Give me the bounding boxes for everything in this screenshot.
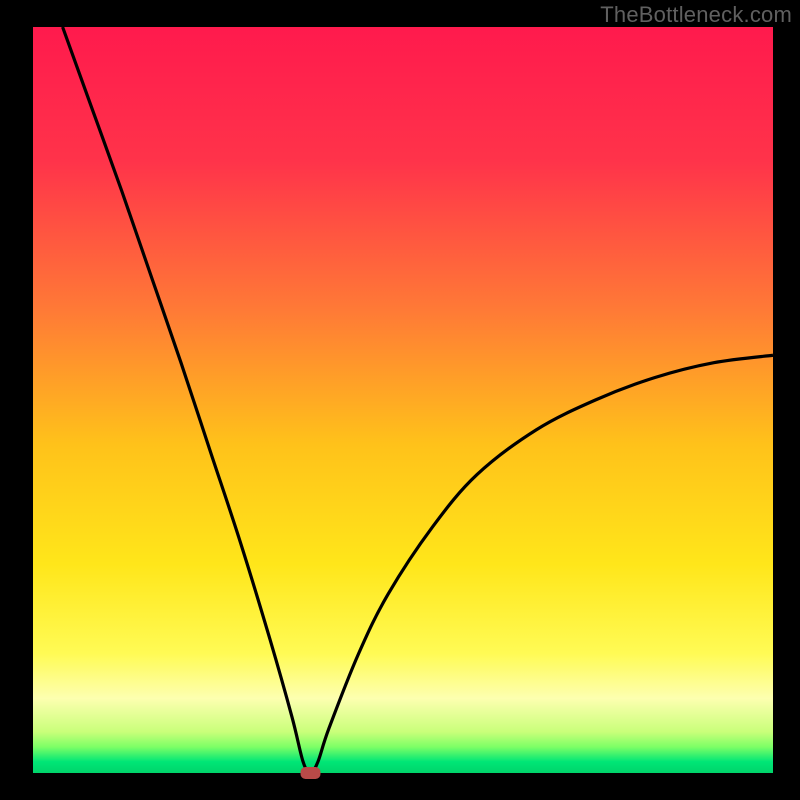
minimum-marker (301, 767, 321, 779)
chart-frame: TheBottleneck.com (0, 0, 800, 800)
watermark-text: TheBottleneck.com (600, 2, 792, 28)
plot-background (33, 27, 773, 773)
bottleneck-chart (0, 0, 800, 800)
